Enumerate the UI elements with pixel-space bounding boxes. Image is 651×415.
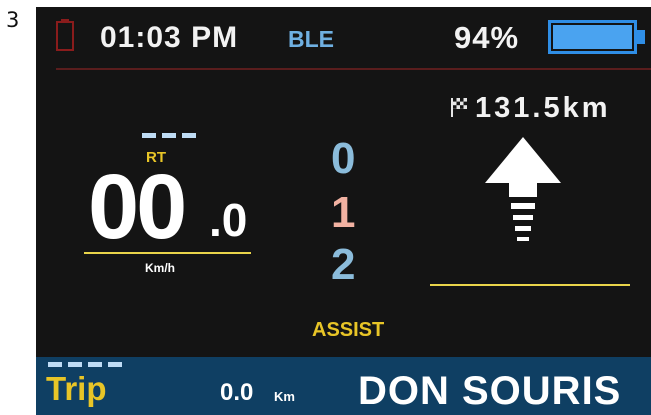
speed-underline	[84, 252, 251, 254]
ble-indicator: BLE	[288, 26, 334, 52]
battery-percent: 94%	[454, 20, 520, 55]
trip-label: Trip	[46, 370, 107, 407]
battery-icon	[548, 20, 645, 54]
odometer-distance: 131.5km	[475, 92, 611, 124]
arrow-up-icon	[485, 137, 561, 241]
navigation-underline	[430, 284, 630, 286]
assist-label: ASSIST	[312, 319, 385, 341]
trip-unit: Km	[274, 389, 295, 404]
small-battery-icon	[56, 19, 74, 51]
top-divider	[56, 68, 651, 70]
brand-name: DON SOURIS	[358, 369, 622, 413]
display-screen: 01:03 PM BLE 94% RT 00 .0 Km/h 0 1 2 ASS…	[36, 7, 651, 415]
assist-level-0: 0	[331, 134, 356, 183]
rt-dash-indicator	[142, 133, 196, 138]
trip-dash-indicator	[48, 362, 122, 367]
assist-level-1: 1	[331, 188, 356, 237]
speed-unit: Km/h	[145, 261, 175, 275]
clock-time: 01:03 PM	[100, 21, 239, 54]
trip-value: 0.0	[220, 379, 254, 406]
page-number: 3	[6, 8, 20, 32]
speed-integer: 00	[88, 156, 187, 258]
assist-level-2: 2	[331, 240, 356, 289]
checkered-flag-icon	[451, 98, 467, 117]
speed-decimal: .0	[209, 194, 248, 246]
